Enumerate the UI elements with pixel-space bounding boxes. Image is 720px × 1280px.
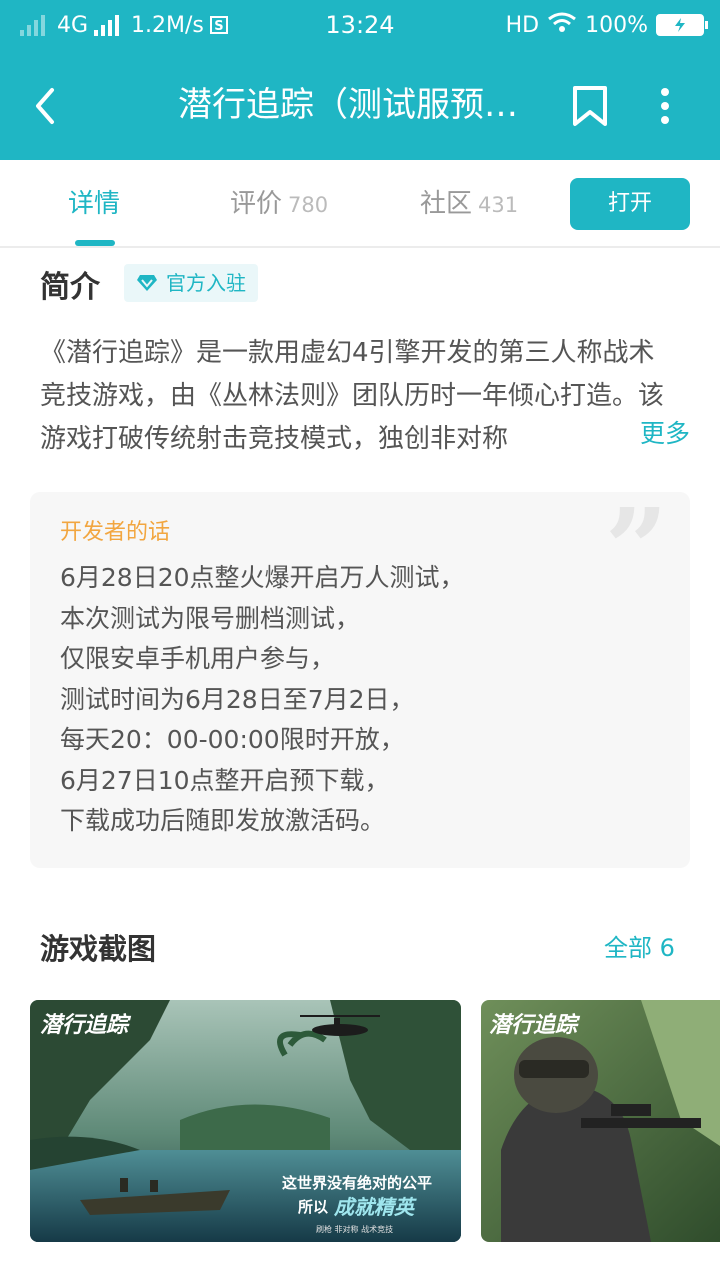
developer-note-line: 6月28日20点整火爆开启万人测试，	[60, 563, 465, 592]
more-options-button[interactable]	[650, 82, 680, 130]
header-bar: 4G 1.2M/s S 13:24 HD 100% 潜行追踪（测试服预…	[0, 0, 720, 160]
battery-percent: 100%	[585, 12, 648, 38]
slogan-line-2a: 所以	[298, 1198, 328, 1216]
intro-description: 《潜行追踪》是一款用虚幻4引擎开发的第三人称战术竞技游戏，由《丛林法则》团队历时…	[40, 338, 665, 454]
active-tab-indicator	[75, 240, 115, 246]
more-link[interactable]: 更多	[600, 412, 690, 455]
slogan-line-2b: 成就精英	[333, 1195, 417, 1219]
soldier-aiming-image: 潜行追踪	[481, 1000, 720, 1242]
tab-details[interactable]: 详情	[68, 160, 120, 246]
screenshot-1[interactable]: 潜行追踪 这世界没有绝对的公平 所以 成就精英 刷枪 非对称 战术竞技	[30, 1000, 461, 1242]
game-logo-text: 潜行追踪	[40, 1012, 132, 1038]
open-button[interactable]: 打开	[570, 178, 690, 230]
developer-note-line: 本次测试为限号删档测试，	[60, 603, 361, 633]
back-button[interactable]	[28, 82, 68, 130]
hd-indicator: HD	[505, 12, 540, 38]
developer-note-title: 开发者的话	[60, 520, 171, 545]
screenshot-2[interactable]: 潜行追踪	[481, 1000, 720, 1242]
intro-heading: 简介	[40, 270, 100, 305]
page-title: 潜行追踪（测试服预…	[178, 85, 518, 125]
developer-note-line: 每天20：00-00:00限时开放，	[60, 725, 405, 754]
developer-note-text: 6月28日20点整火爆开启万人测试， 本次测试为限号删档测试， 仅限安卓手机用户…	[60, 558, 660, 842]
slogan-line-3: 刷枪 非对称 战术竞技	[316, 1224, 393, 1234]
slogan-line-1: 这世界没有绝对的公平	[282, 1174, 432, 1192]
developer-note-line: 测试时间为6月28日至7月2日，	[60, 684, 415, 714]
bookmark-button[interactable]	[570, 82, 610, 130]
developer-note-line: 下载成功后随即发放激活码。	[60, 806, 386, 835]
tab-label: 评价	[230, 189, 283, 219]
wifi-icon	[547, 11, 577, 39]
developer-note-card: ” 开发者的话 6月28日20点整火爆开启万人测试， 本次测试为限号删档测试， …	[30, 492, 690, 868]
official-badge-label: 官方入驻	[166, 271, 246, 295]
view-all-screenshots-link[interactable]: 全部 6	[604, 928, 675, 963]
review-count: 780	[288, 193, 329, 217]
developer-note-line: 6月27日10点整开启预下载，	[60, 765, 390, 795]
screenshots-heading: 游戏截图	[40, 932, 157, 966]
tab-community[interactable]: 社区 431	[420, 160, 518, 246]
diamond-icon	[137, 275, 157, 291]
more-vertical-icon	[661, 88, 669, 124]
community-count: 431	[478, 193, 519, 217]
tab-label: 详情	[68, 189, 121, 219]
back-arrow-icon	[36, 88, 54, 124]
bookmark-icon	[573, 86, 607, 126]
tab-reviews[interactable]: 评价 780	[230, 160, 328, 246]
jungle-river-image: 潜行追踪 这世界没有绝对的公平 所以 成就精英 刷枪 非对称 战术竞技	[30, 1000, 461, 1242]
battery-icon	[656, 14, 708, 36]
official-badge: 官方入驻	[124, 264, 258, 302]
status-bar: 4G 1.2M/s S 13:24 HD 100%	[0, 0, 720, 52]
tab-label: 社区	[420, 189, 473, 219]
developer-note-line: 仅限安卓手机用户参与，	[60, 644, 336, 673]
game-logo-text: 潜行追踪	[489, 1012, 581, 1038]
app-bar: 潜行追踪（测试服预…	[0, 52, 720, 160]
